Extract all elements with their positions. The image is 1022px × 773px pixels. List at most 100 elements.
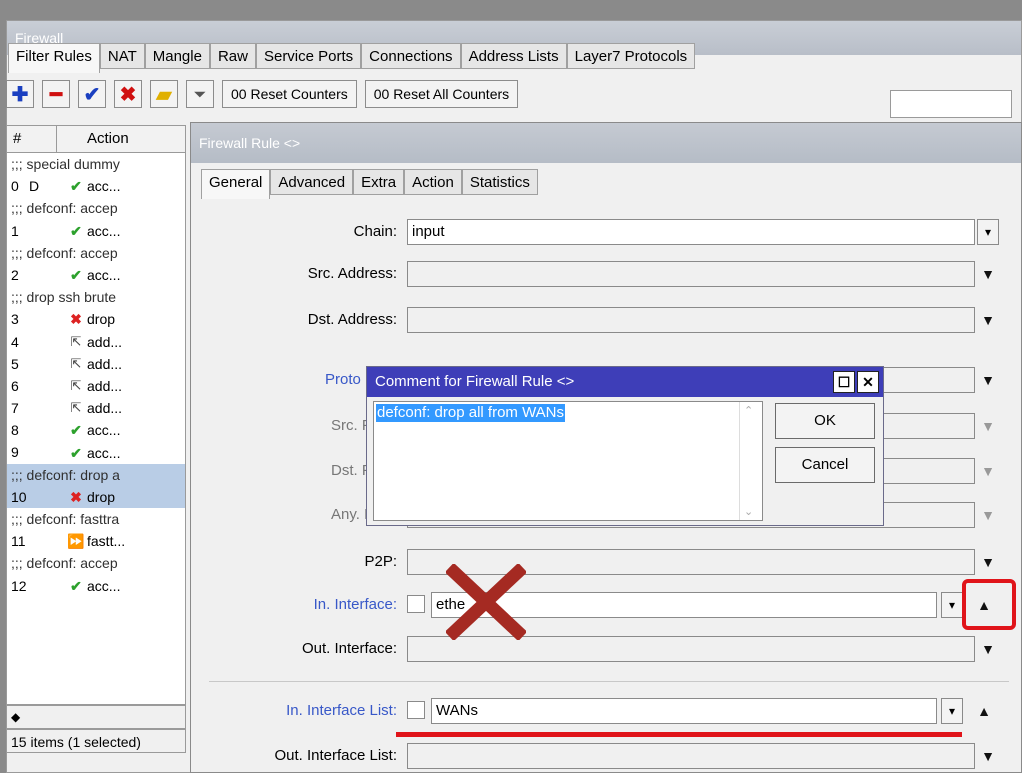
src-port-expand-icon[interactable]: ▼ (977, 415, 999, 437)
p2p-row: P2P: ▼ (191, 547, 1022, 577)
rules-list-header: # Action (7, 126, 185, 153)
rule-row[interactable]: 11 ⏩ fastt... (7, 530, 185, 552)
in-interface-list-input[interactable]: WANs (431, 698, 937, 724)
tab-statistics[interactable]: Statistics (461, 169, 538, 195)
comment-dialog-title: Comment for Firewall Rule <> (367, 367, 883, 397)
any-port-expand-icon[interactable]: ▼ (977, 504, 999, 526)
find-input[interactable] (890, 90, 1012, 118)
rule-row[interactable]: 1 ✔ acc... (7, 220, 185, 242)
add-to-list-icon: ⇱ (70, 355, 82, 371)
tab-advanced[interactable]: Advanced (270, 169, 354, 195)
rule-flag (29, 264, 67, 286)
scroll-up-icon[interactable]: ⌃ (744, 404, 753, 417)
rule-row[interactable]: 0 D ✔ acc... (7, 175, 185, 197)
tab-nat[interactable]: NAT (99, 43, 145, 69)
in-interface-dropdown-button[interactable]: ▾ (941, 592, 963, 618)
src-address-expand-icon[interactable]: ▼ (977, 263, 999, 285)
drop-x-icon: ✖ (70, 488, 82, 505)
tab-connections[interactable]: Connections (361, 43, 461, 69)
rule-comment-row[interactable]: ;;; defconf: fasttra (7, 508, 185, 530)
in-interface-list-collapse-icon[interactable]: ▲ (973, 700, 995, 722)
cancel-button[interactable]: Cancel (775, 447, 875, 483)
add-button[interactable]: ✚ (6, 80, 34, 108)
in-interface-row: In. Interface: ethe ▾ ▲ (191, 590, 1022, 620)
tab-general[interactable]: General (201, 169, 271, 199)
rule-comment-row[interactable]: ;;; defconf: drop a (7, 463, 185, 486)
rule-flag (29, 530, 67, 552)
out-interface-expand-icon[interactable]: ▼ (977, 638, 999, 660)
in-interface-list-negate-checkbox[interactable] (407, 701, 425, 719)
rule-number: 10 (11, 488, 27, 505)
in-interface-negate-checkbox[interactable] (407, 595, 425, 613)
rule-row[interactable]: 9 ✔ acc... (7, 441, 185, 463)
comment-scrollbar[interactable]: ⌃ ⌄ (739, 402, 762, 520)
ok-button[interactable]: OK (775, 403, 875, 439)
rule-flag (29, 308, 67, 330)
column-header-action[interactable]: Action (57, 126, 185, 152)
column-header-number[interactable]: # (7, 126, 57, 152)
tab-action[interactable]: Action (404, 169, 462, 195)
rule-comment-row[interactable]: ;;; defconf: accep (7, 552, 185, 574)
rule-row[interactable]: 6 ⇱ add... (7, 375, 185, 397)
minus-icon: ━ (49, 83, 63, 106)
rule-row[interactable]: 7 ⇱ add... (7, 397, 185, 419)
rule-comment-row[interactable]: ;;; defconf: accep (7, 242, 185, 264)
out-interface-list-expand-icon[interactable]: ▼ (977, 745, 999, 767)
tab-service-ports[interactable]: Service Ports (255, 43, 362, 69)
in-interface-list-dropdown-button[interactable]: ▾ (941, 698, 963, 724)
comment-textarea[interactable]: defconf: drop all from WANs ⌃ ⌄ (373, 401, 763, 521)
p2p-label: P2P: (364, 553, 397, 570)
tab-filter-rules[interactable]: Filter Rules (8, 43, 100, 73)
tab-mangle[interactable]: Mangle (144, 43, 210, 69)
rule-row[interactable]: 3 ✖ drop (7, 308, 185, 330)
rule-row[interactable]: 2 ✔ acc... (7, 264, 185, 286)
rule-row[interactable]: 10 ✖ drop (7, 485, 185, 508)
rule-comment-row[interactable]: ;;; defconf: accep (7, 197, 185, 219)
rule-comment-text: ;;; special dummy (11, 156, 120, 172)
reset-counters-button[interactable]: 00 Reset Counters (222, 80, 357, 108)
rule-flag (29, 486, 67, 508)
rule-flag (29, 441, 67, 463)
maximize-icon[interactable]: ☐ (833, 371, 855, 393)
p2p-expand-icon[interactable]: ▼ (977, 551, 999, 573)
rule-action-label: acc... (87, 178, 121, 195)
src-address-input[interactable] (407, 261, 975, 287)
tab-address-lists[interactable]: Address Lists (460, 43, 567, 69)
rule-comment-row[interactable]: ;;; special dummy (7, 153, 185, 175)
horizontal-scrollbar[interactable]: ◆ (6, 705, 186, 729)
close-icon[interactable]: ✕ (857, 371, 879, 393)
rule-comment-row[interactable]: ;;; drop ssh brute (7, 286, 185, 308)
rule-row[interactable]: 8 ✔ acc... (7, 419, 185, 441)
rule-number: 2 (11, 266, 19, 283)
rule-row[interactable]: 4 ⇱ add... (7, 331, 185, 353)
dst-address-expand-icon[interactable]: ▼ (977, 309, 999, 331)
dst-address-input[interactable] (407, 307, 975, 333)
rule-row[interactable]: 12 ✔ acc... (7, 575, 185, 597)
out-interface-list-input[interactable] (407, 743, 975, 769)
rule-flag: D (29, 178, 40, 195)
accept-check-icon: ✔ (70, 577, 82, 594)
chain-dropdown-button[interactable]: ▾ (977, 219, 999, 245)
plus-icon: ✚ (11, 83, 29, 106)
rule-action-label: acc... (87, 577, 121, 594)
chain-input[interactable]: input (407, 219, 975, 245)
rule-action-label: fastt... (87, 533, 126, 550)
rule-comment-text: ;;; drop ssh brute (11, 289, 117, 306)
dst-port-expand-icon[interactable]: ▼ (977, 460, 999, 482)
tab-extra[interactable]: Extra (353, 169, 405, 195)
rule-row[interactable]: 5 ⇱ add... (7, 353, 185, 375)
chain-row: Chain: input ▾ (191, 217, 1022, 247)
reset-all-counters-button[interactable]: 00 Reset All Counters (364, 80, 519, 108)
tab-layer7-protocols[interactable]: Layer7 Protocols (566, 43, 696, 69)
rule-action-label: add... (87, 333, 123, 350)
scroll-left-icon[interactable]: ◆ (11, 710, 20, 724)
comment-button[interactable]: ▰ (150, 80, 178, 108)
filter-button[interactable]: ⏷ (186, 80, 214, 108)
remove-button[interactable]: ━ (42, 80, 70, 108)
scroll-down-icon[interactable]: ⌄ (744, 505, 753, 518)
protocol-expand-icon[interactable]: ▼ (977, 369, 999, 391)
tab-raw[interactable]: Raw (209, 43, 256, 69)
enable-button[interactable]: ✔ (78, 80, 106, 108)
rule-flag (29, 575, 67, 597)
disable-button[interactable]: ✖ (114, 80, 142, 108)
